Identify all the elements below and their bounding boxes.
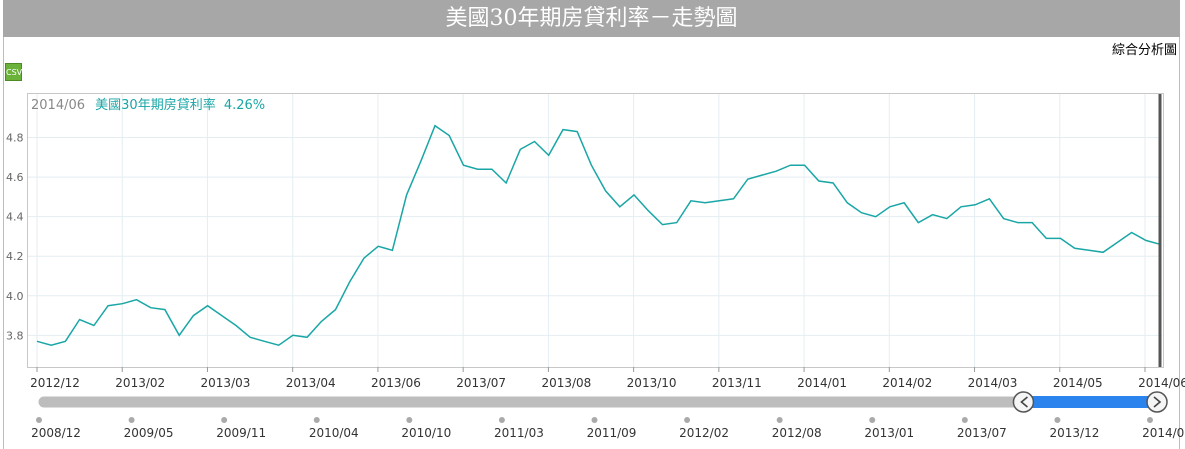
navigator-dot: [869, 417, 876, 423]
value-tooltip: 2014/06 美國30年期房貸利率 4.26%: [31, 94, 265, 113]
tooltip-series-name: 美國30年期房貸利率: [95, 98, 216, 113]
y-tick-label: 4.2: [6, 250, 24, 263]
x-tick-label: 2013/06: [371, 376, 421, 390]
navigator-label: 2012/08: [772, 426, 822, 440]
grid-lines: [28, 94, 1162, 367]
series-line-layer: [36, 94, 1162, 367]
y-tick-label: 4.0: [6, 290, 24, 303]
navigator-label: 2009/11: [216, 426, 266, 440]
navigator-label: 2010/04: [309, 426, 359, 440]
navigator-dot: [961, 417, 968, 423]
navigator-label: 2013/12: [1049, 426, 1099, 440]
tooltip-value: 4.26%: [223, 98, 266, 113]
navigator-label: 2011/03: [494, 426, 544, 440]
navigator-label: 2013/07: [957, 426, 1007, 440]
y-tick-label: 4.4: [6, 211, 24, 224]
x-tick-label: 2013/08: [541, 376, 591, 390]
tooltip-date: 2014/06: [31, 98, 86, 113]
navigator-label: 2008/12: [31, 426, 81, 440]
y-tick-label: 4.8: [6, 132, 24, 145]
navigator-left-handle[interactable]: [1012, 391, 1035, 413]
x-tick-label: 2012/12: [30, 376, 80, 390]
x-tick-label: 2014/03: [968, 376, 1018, 390]
navigator-dot: [221, 417, 228, 423]
handle-circle: [1012, 391, 1035, 413]
x-tick-label: 2014/02: [882, 376, 932, 390]
navigator-dot: [1147, 417, 1153, 423]
navigator-dot: [776, 417, 783, 423]
navigator-dot: [498, 417, 505, 423]
y-tick-label: 4.6: [6, 171, 24, 184]
x-axis-ticks: 2012/12 2013/02 2013/03 2013/04 2013/06 2013/…: [30, 367, 1185, 390]
x-tick-label: 2013/03: [201, 376, 251, 390]
navigator-label: 2012/02: [679, 426, 729, 440]
x-tick-label: 2014/05: [1053, 376, 1103, 390]
navigator-dot: [313, 417, 320, 423]
series-line-mortgage-rate: [36, 124, 1161, 347]
navigator-right-handle[interactable]: [1146, 391, 1168, 413]
range-navigator[interactable]: 2008/12 2009/05 2009/11 2010/04 2010/10 2011/…: [31, 391, 1185, 440]
navigator-dot: [684, 417, 691, 423]
x-tick-label: 2013/07: [456, 376, 506, 390]
handle-circle: [1146, 391, 1168, 413]
navigator-dot: [128, 417, 135, 423]
x-tick-label: 2013/10: [627, 376, 677, 390]
navigator-label: 2011/09: [587, 426, 637, 440]
navigator-selection: [1023, 396, 1157, 408]
navigator-label: 2013/01: [864, 426, 914, 440]
navigator-dot: [406, 417, 413, 423]
navigator-dot: [591, 417, 598, 423]
navigator-label: 2009/05: [124, 426, 174, 440]
x-tick-label: 2014/01: [797, 376, 847, 390]
navigator-label: 2014/06: [1142, 426, 1185, 440]
x-tick-label: 2013/02: [115, 376, 165, 390]
y-tick-label: 3.8: [6, 329, 24, 342]
navigator-dot: [1054, 417, 1061, 423]
line-chart: 3.8 4.0 4.2 4.4 4.6 4.8 2012/12 2013/02 2013/03…: [6, 94, 1185, 440]
y-axis-ticks: 3.8 4.0 4.2 4.4 4.6 4.8: [6, 132, 24, 343]
x-tick-label: 2013/11: [712, 376, 762, 390]
navigator-label: 2010/10: [401, 426, 451, 440]
x-tick-label: 2014/06: [1138, 376, 1185, 390]
navigator-dot: [36, 417, 42, 423]
x-tick-label: 2013/04: [286, 376, 336, 390]
